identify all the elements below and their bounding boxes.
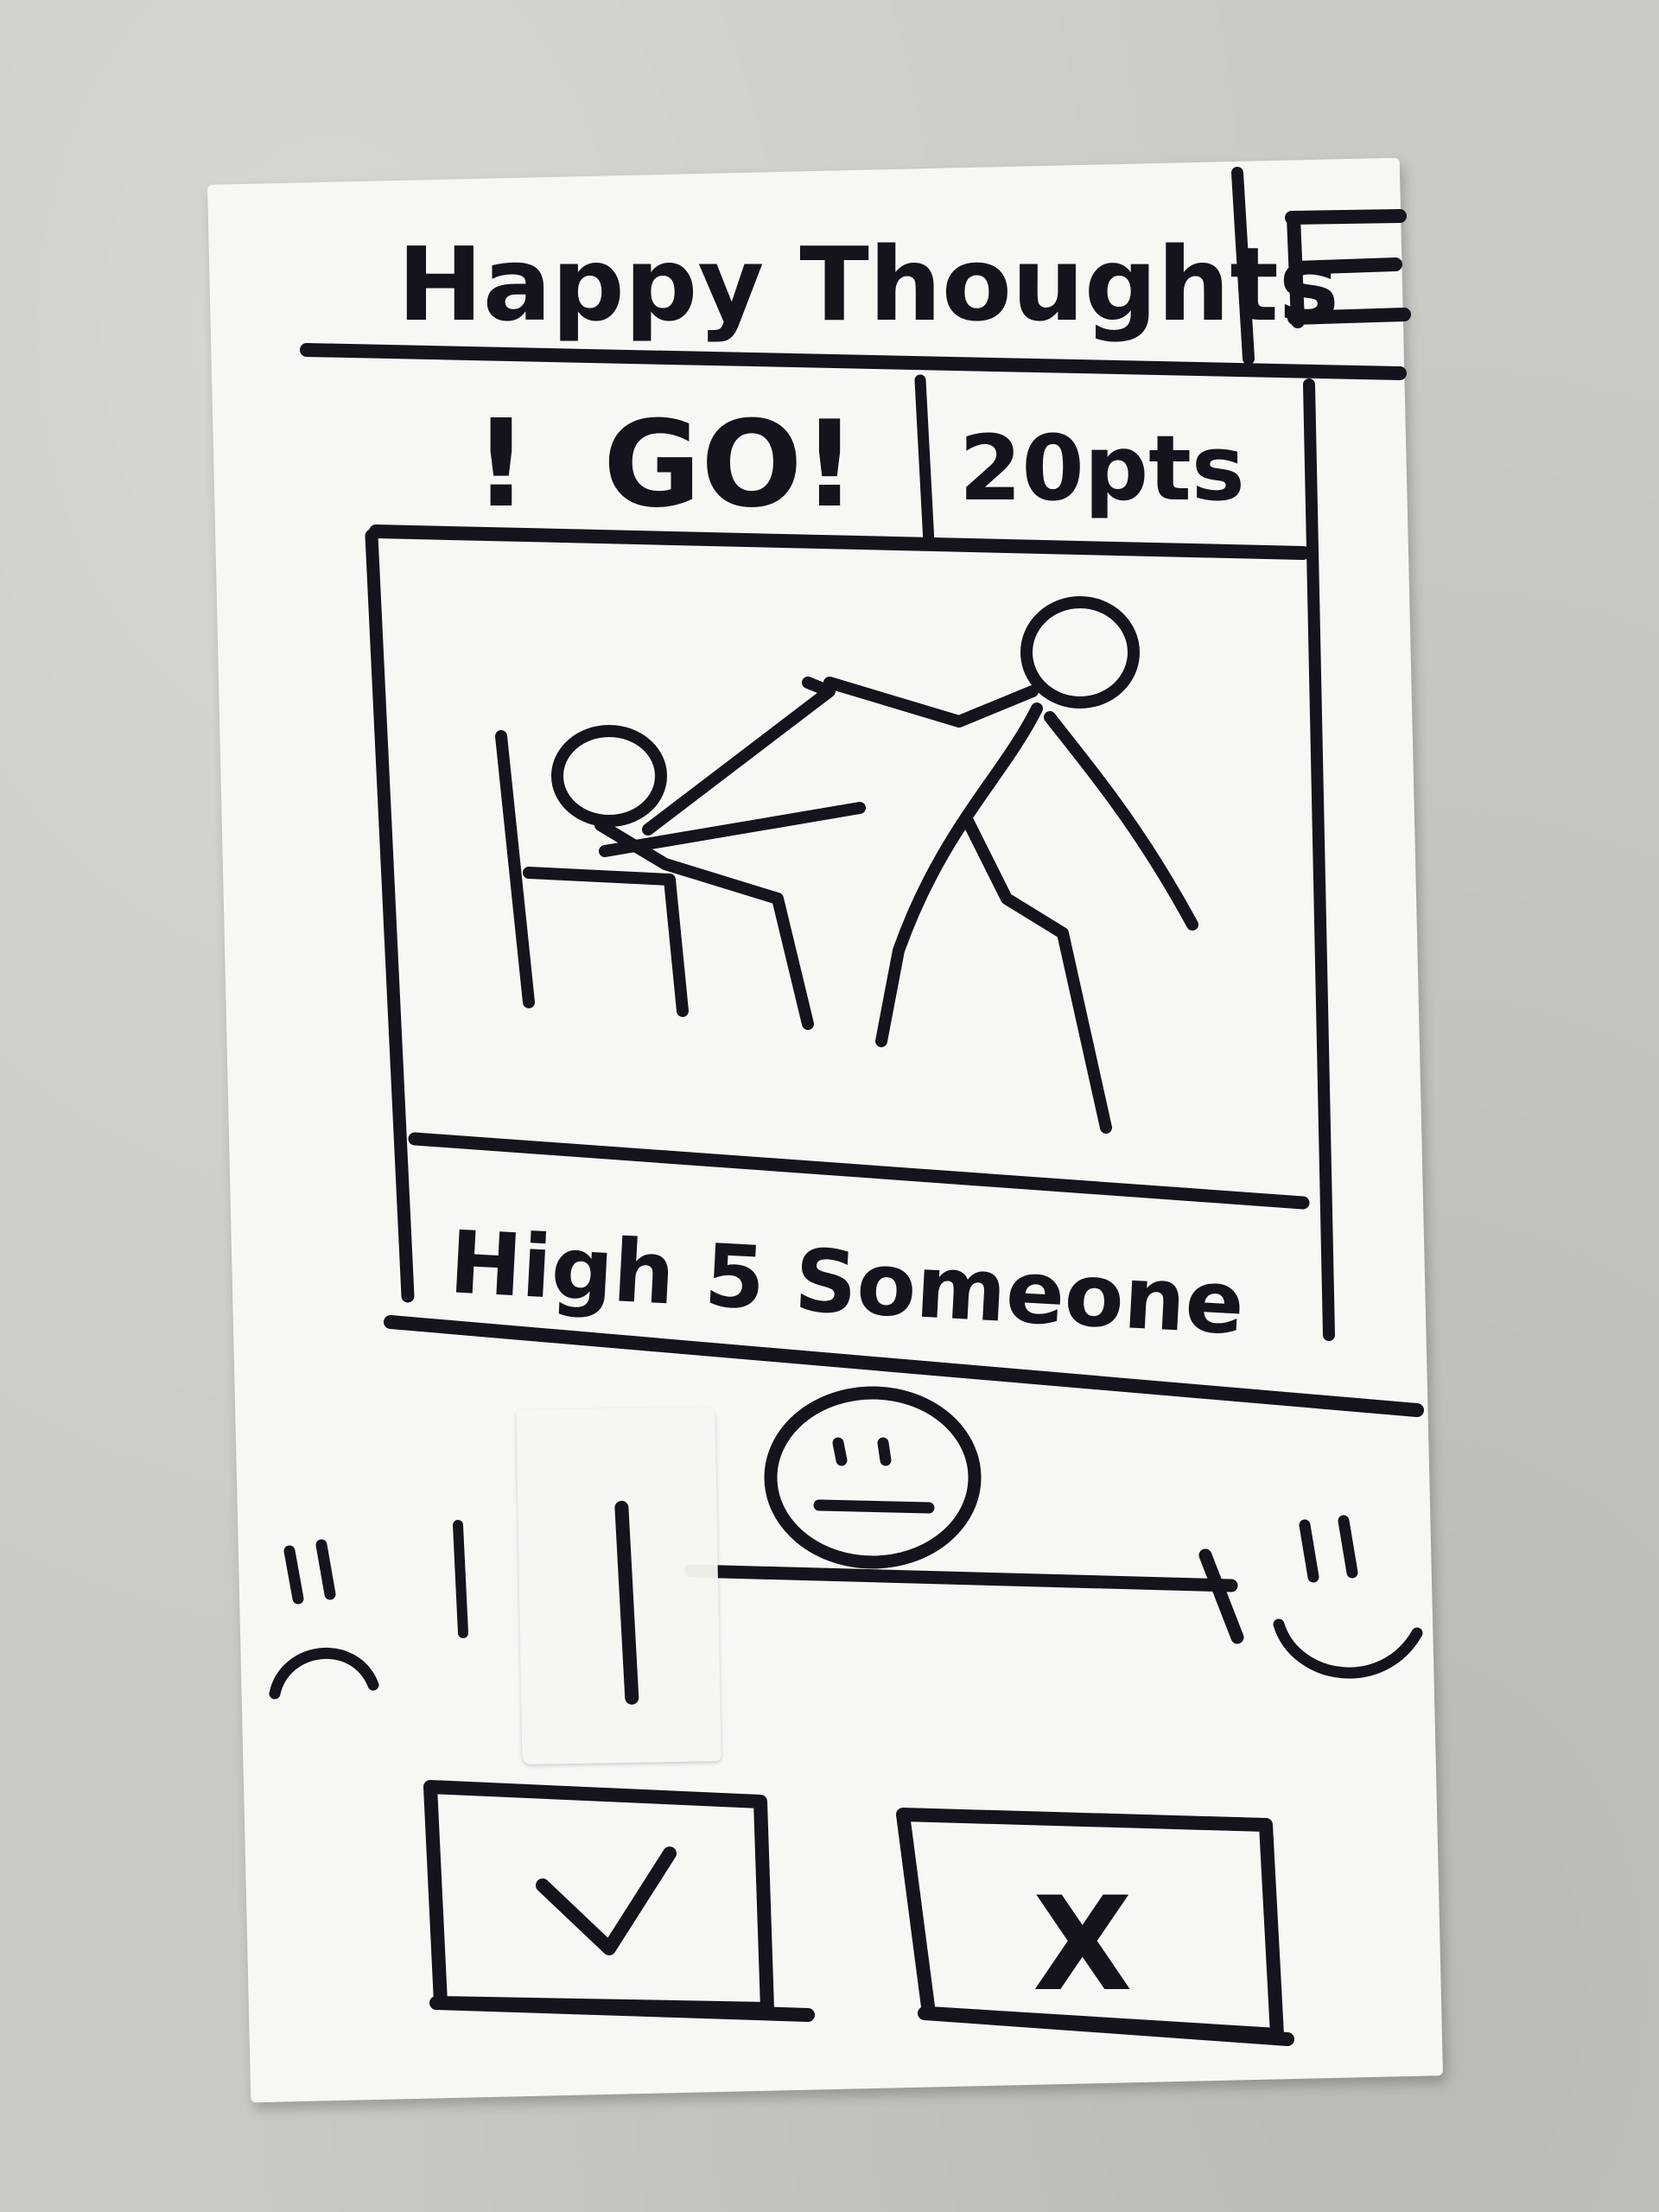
slider-track bbox=[684, 1564, 1238, 1592]
activity-card-left bbox=[365, 529, 415, 1303]
standing-arm-raised bbox=[823, 677, 1039, 728]
seated-arm bbox=[642, 677, 836, 836]
activity-card[interactable]: High 5 Someone bbox=[365, 524, 1424, 1417]
standing-body bbox=[875, 702, 1198, 1134]
status-right-border bbox=[1303, 378, 1335, 1341]
wireframe-sketch: Happy Thoughts ! GO! 20pts High 5 Someon… bbox=[269, 167, 1424, 2046]
reject-button[interactable]: X bbox=[896, 1808, 1294, 2046]
points-label: 20pts bbox=[959, 416, 1245, 521]
seated-body bbox=[594, 819, 814, 1030]
check-icon bbox=[536, 1847, 677, 1955]
happy-face-icon bbox=[1273, 1515, 1423, 1679]
high-five-illustration bbox=[495, 596, 1198, 1134]
x-icon: X bbox=[1033, 1870, 1133, 2020]
accept-button[interactable] bbox=[423, 1780, 815, 2022]
slider-handle-line bbox=[614, 1500, 639, 1705]
alert-icon: ! bbox=[474, 394, 529, 535]
chair-seat bbox=[523, 867, 689, 1017]
activity-image-divider bbox=[408, 1132, 1310, 1210]
header-underline bbox=[300, 343, 1407, 380]
seated-head bbox=[551, 725, 667, 827]
go-label[interactable]: GO! bbox=[603, 395, 857, 534]
mood-slider[interactable] bbox=[269, 1386, 1423, 1700]
neutral-face-icon bbox=[764, 1386, 982, 1569]
slider-end-tick bbox=[1198, 1548, 1244, 1644]
app-title: Happy Thoughts bbox=[397, 225, 1339, 344]
status-divider bbox=[914, 374, 935, 549]
slider-handle[interactable] bbox=[516, 1407, 721, 1764]
standing-head bbox=[1020, 596, 1140, 709]
header: Happy Thoughts bbox=[300, 167, 1417, 380]
activity-card-top bbox=[369, 524, 1310, 560]
slider-handle-mark bbox=[614, 1500, 639, 1705]
sad-face-icon bbox=[269, 1539, 379, 1700]
hamburger-menu-icon[interactable] bbox=[1270, 194, 1417, 341]
slider-start-tick bbox=[453, 1520, 468, 1638]
